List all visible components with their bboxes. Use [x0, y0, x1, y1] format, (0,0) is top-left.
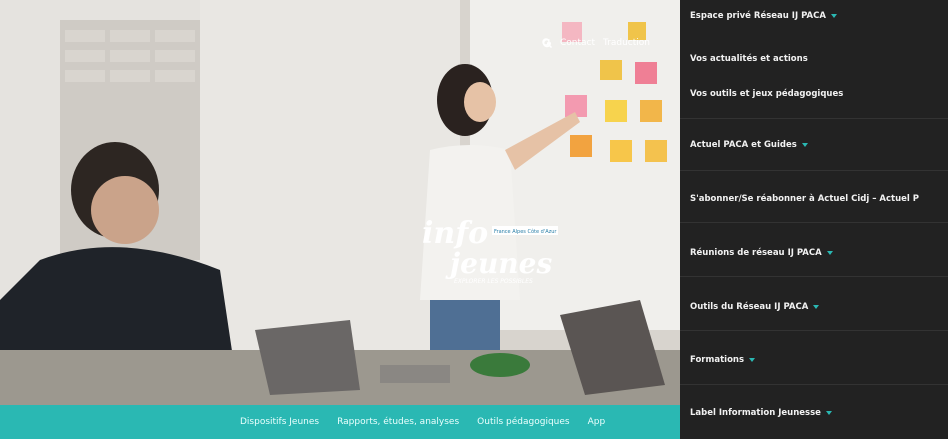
divider	[680, 118, 948, 119]
translation-link[interactable]: Traduction	[603, 38, 650, 48]
nav-item-rapports-etudes[interactable]: Rapports, études, analyses	[337, 417, 459, 427]
caret-down-icon	[826, 251, 833, 255]
contact-link[interactable]: Contact	[560, 38, 595, 48]
menu-item-label: Vos actualités et actions	[690, 54, 808, 64]
divider	[680, 276, 948, 277]
menu-item-reunions[interactable]: Réunions de réseau IJ PACA	[690, 248, 833, 258]
menu-item-label: Réunions de réseau IJ PACA	[690, 248, 822, 258]
divider	[680, 384, 948, 385]
divider	[680, 170, 948, 171]
side-menu: Espace privé Réseau IJ PACA Vos actualit…	[680, 0, 948, 439]
caret-down-icon	[830, 14, 837, 18]
logo-line2: jeunes	[445, 247, 552, 280]
menu-item-label-ij[interactable]: Label Information Jeunesse	[690, 408, 832, 418]
menu-item-espace-prive[interactable]: Espace privé Réseau IJ PACA	[690, 11, 837, 21]
menu-item-label: Espace privé Réseau IJ PACA	[690, 11, 826, 21]
hero-banner: Contact Traduction info jeunes France Al…	[0, 0, 680, 405]
infojeunes-logo[interactable]: info jeunes France Alpes Côte d'Azur EXP…	[422, 213, 572, 293]
hero-photo	[0, 0, 680, 405]
logo-badge: France Alpes Côte d'Azur	[494, 228, 557, 235]
caret-down-icon	[813, 305, 820, 309]
utility-bar: Contact Traduction	[542, 38, 668, 48]
menu-item-outils-jeux[interactable]: Vos outils et jeux pédagogiques	[690, 89, 843, 99]
divider	[680, 330, 948, 331]
caret-down-icon	[749, 358, 756, 362]
divider	[680, 222, 948, 223]
menu-item-outils-reseau[interactable]: Outils du Réseau IJ PACA	[690, 302, 820, 312]
menu-item-formations[interactable]: Formations	[690, 355, 756, 365]
menu-item-label: Formations	[690, 355, 745, 365]
menu-item-actuel-paca[interactable]: Actuel PACA et Guides	[690, 140, 808, 150]
nav-item-app[interactable]: App	[588, 417, 606, 427]
google-icon[interactable]	[542, 38, 668, 48]
caret-down-icon	[801, 143, 808, 147]
menu-item-label: Label Information Jeunesse	[690, 408, 821, 418]
menu-item-label: S'abonner/Se réabonner à Actuel Cidj – A…	[690, 194, 920, 204]
nav-item-outils-pedagogiques[interactable]: Outils pédagogiques	[477, 417, 569, 427]
menu-item-label: Outils du Réseau IJ PACA	[690, 302, 809, 312]
menu-item-abonner[interactable]: S'abonner/Se réabonner à Actuel Cidj – A…	[690, 194, 919, 204]
caret-down-icon	[825, 411, 832, 415]
logo-line1: info	[422, 216, 488, 251]
page: Contact Traduction info jeunes France Al…	[0, 0, 948, 439]
main-nav: Dispositifs Jeunes Rapports, études, ana…	[0, 405, 680, 439]
menu-item-label: Actuel PACA et Guides	[690, 140, 797, 150]
logo-tagline: EXPLORER LES POSSIBLES	[454, 278, 533, 285]
menu-item-label: Vos outils et jeux pédagogiques	[690, 89, 844, 99]
nav-item-dispositifs-jeunes[interactable]: Dispositifs Jeunes	[240, 417, 319, 427]
menu-item-actualites[interactable]: Vos actualités et actions	[690, 54, 808, 64]
